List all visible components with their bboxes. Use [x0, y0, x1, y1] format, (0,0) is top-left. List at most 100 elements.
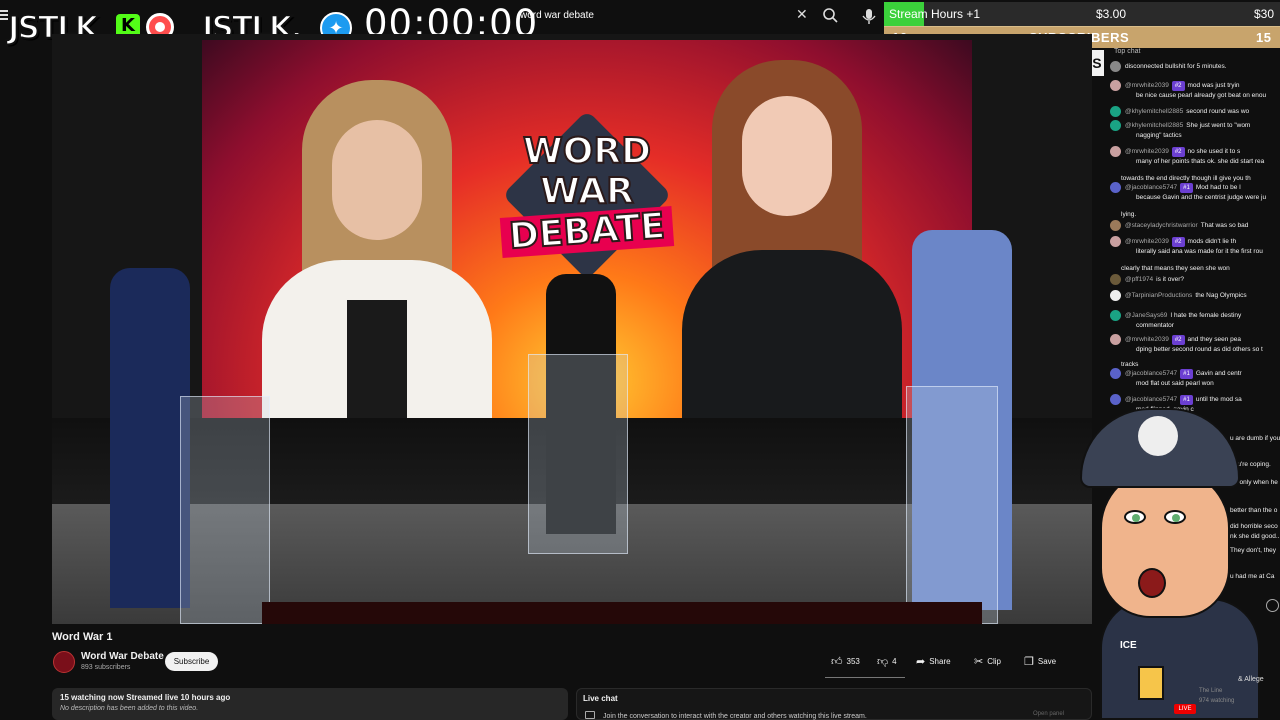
like-count: 353 — [846, 657, 860, 666]
chat-message: @khylemitchell2885 second round was wo — [1110, 106, 1280, 117]
live-chat-title: Live chat — [583, 694, 618, 703]
dislike-button[interactable]: 👎︎ 4 — [877, 652, 897, 671]
close-icon[interactable]: ✕ — [796, 6, 808, 23]
chat-text: second round was wo — [1186, 108, 1250, 116]
chat-avatar[interactable] — [1110, 61, 1121, 72]
chat-text: I hate the female destiny — [1170, 312, 1242, 320]
subscribe-button[interactable]: Subscribe — [165, 652, 218, 671]
chat-avatar[interactable] — [1110, 182, 1121, 193]
chat-text: Mod had to be l — [1195, 184, 1241, 192]
chat-text: She just went to "wom — [1186, 122, 1251, 130]
like-button[interactable]: 👍︎ 353 — [831, 652, 860, 671]
stream-hours-label: Stream Hours +1 — [889, 7, 981, 21]
chat-avatar[interactable] — [1110, 290, 1121, 301]
description-stats: 15 watching now Streamed live 10 hours a… — [60, 693, 231, 702]
chat-footer-watching: 974 watching — [1199, 698, 1235, 704]
chat-username[interactable]: @pff1974 — [1125, 276, 1153, 283]
podium-center — [528, 354, 628, 554]
chat-avatar[interactable] — [1110, 106, 1121, 117]
chat-avatar[interactable] — [1110, 220, 1121, 231]
chat-username[interactable]: @mrwhite2039 — [1125, 82, 1169, 89]
chat-text: the Nag Olympics — [1195, 292, 1247, 300]
chat-text: That was so bad — [1200, 222, 1249, 230]
chat-text-continued: nagging" tactics — [1136, 132, 1182, 140]
screen-person-left — [262, 80, 492, 430]
chat-avatar[interactable] — [1110, 334, 1121, 345]
podium-left — [180, 396, 270, 624]
description-box[interactable]: 15 watching now Streamed live 10 hours a… — [52, 688, 568, 720]
chat-username[interactable]: @khylemitchell2885 — [1125, 122, 1183, 129]
save-button[interactable]: ❐ Save — [1024, 652, 1056, 671]
chat-text: no she used it to s — [1187, 148, 1241, 156]
live-badge: LIVE — [1174, 704, 1196, 714]
mascot-label: ICE — [1120, 640, 1137, 651]
bookmark-icon: ❐ — [1024, 656, 1034, 668]
emoji-icon[interactable] — [1266, 599, 1279, 612]
clip-label: Clip — [987, 657, 1001, 666]
chat-message: @pff1974 is it over? — [1110, 274, 1280, 285]
chat-avatar[interactable] — [1110, 120, 1121, 131]
top-chat-dropdown[interactable]: Top chat — [1114, 48, 1140, 55]
menu-icon[interactable] — [0, 10, 8, 22]
chat-text: and they seen pea — [1187, 336, 1242, 344]
chat-member-badge: #1 — [1180, 369, 1193, 380]
clip-button[interactable]: ✂ Clip — [974, 652, 1001, 671]
chat-avatar[interactable] — [1110, 310, 1121, 321]
mascot-face — [1100, 468, 1230, 618]
chat-text: mod was just tryin — [1187, 82, 1240, 90]
chat-username[interactable]: @khylemitchell2885 — [1125, 108, 1183, 115]
mascot-avatar: ICE — [1080, 398, 1260, 720]
search-input[interactable]: word war debate — [520, 10, 594, 21]
chat-avatar[interactable] — [1110, 146, 1121, 157]
search-icon[interactable] — [820, 5, 842, 27]
chat-avatar[interactable] — [1110, 80, 1121, 91]
chat-text: Gavin and centr — [1195, 370, 1242, 378]
open-panel-button[interactable]: Open panel — [1033, 711, 1064, 717]
mascot-tag — [1138, 666, 1164, 700]
video-title: Word War 1 — [52, 631, 113, 643]
channel-avatar[interactable] — [53, 651, 75, 673]
stage-banner — [262, 602, 982, 624]
chat-avatar[interactable] — [1110, 368, 1121, 379]
chat-username[interactable]: @mrwhite2039 — [1125, 336, 1169, 343]
chat-message: @TarpinianProductions the Nag Olympics — [1110, 290, 1280, 301]
podium-right — [906, 386, 998, 624]
skull-icon — [1138, 416, 1178, 456]
chat-text-continued: be nice cause pearl already got beat on … — [1136, 92, 1267, 100]
chat-member-badge: #1 — [1180, 183, 1193, 194]
chat-username[interactable]: @staceyladychristwarrior — [1125, 222, 1198, 229]
chat-username[interactable]: @JaneSays69 — [1125, 312, 1167, 319]
word-war-debate-logo: WORD WAR DEBATE — [472, 60, 702, 280]
chat-message: @khylemitchell2885 She just went to "wom n… — [1110, 120, 1280, 141]
chat-username[interactable]: @TarpinianProductions — [1125, 292, 1192, 299]
thumbs-down-icon: 👎︎ — [877, 656, 889, 668]
channel-name[interactable]: Word War Debate — [81, 651, 164, 662]
chat-text-continued: commentator — [1136, 322, 1174, 330]
share-label: Share — [929, 657, 951, 666]
stream-hours-bar: Stream Hours +1 $3.00 $30 — [884, 2, 1280, 26]
description-text: No description has been added to this vi… — [60, 705, 199, 712]
chat-message: towards the end directly though ill give… — [1110, 164, 1280, 184]
chat-message: @jacoblance5747 #1 Gavin and centr mod flat… — [1110, 368, 1280, 389]
chat-username[interactable]: @mrwhite2039 — [1125, 148, 1169, 155]
chat-username[interactable]: @jacoblance5747 — [1125, 370, 1177, 377]
dislike-count: 4 — [892, 657, 897, 666]
chat-member-badge: #2 — [1171, 237, 1185, 248]
chat-member-badge: #2 — [1171, 81, 1185, 92]
share-button[interactable]: ➦ Share — [916, 652, 951, 671]
live-chat-prompt: Join the conversation to interact with t… — [603, 713, 867, 720]
chat-avatar[interactable] — [1110, 236, 1121, 247]
chat-avatar[interactable] — [1110, 274, 1121, 285]
video-player[interactable]: WORD WAR DEBATE — [52, 34, 1092, 624]
chat-username[interactable]: @mrwhite2039 — [1125, 238, 1169, 245]
mascot-eye-left — [1124, 510, 1146, 524]
mascot-mouth — [1138, 568, 1166, 598]
channel-subscriber-count: 893 subscribers — [81, 664, 131, 671]
chat-username[interactable]: @jacoblance5747 — [1125, 184, 1177, 191]
chat-footer-line: The Line — [1199, 688, 1223, 694]
chat-message: clearly that means they seen she won — [1110, 254, 1280, 274]
chat-member-badge: #2 — [1171, 335, 1185, 346]
mic-icon[interactable] — [859, 5, 879, 27]
screen-person-right — [672, 60, 912, 420]
chat-message: @mrwhite2039 #2 mod was just tryin be nice … — [1110, 80, 1280, 101]
